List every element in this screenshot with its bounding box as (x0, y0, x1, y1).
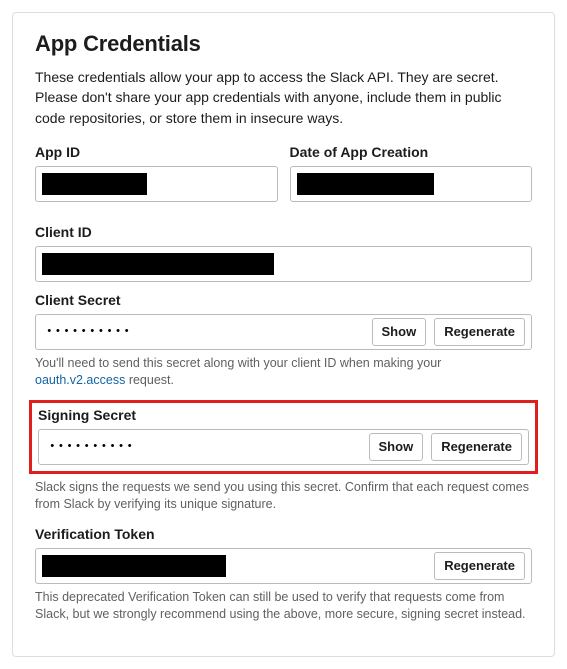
hint-text: request. (125, 373, 174, 387)
client-secret-label: Client Secret (35, 292, 532, 308)
signing-secret-label: Signing Secret (38, 407, 529, 423)
show-button[interactable]: Show (369, 433, 424, 461)
date-created-label: Date of App Creation (290, 144, 533, 160)
client-id-section: Client ID (35, 224, 532, 282)
date-created-field[interactable] (290, 166, 533, 202)
signing-secret-field: •••••••••• Show Regenerate (38, 429, 529, 465)
client-id-field[interactable] (35, 246, 532, 282)
signing-secret-value: •••••••••• (45, 441, 369, 453)
app-id-label: App ID (35, 144, 278, 160)
verification-token-hint: This deprecated Verification Token can s… (35, 589, 532, 624)
verification-token-section: Verification Token Regenerate This depre… (35, 526, 532, 624)
redacted-value (42, 173, 147, 195)
client-secret-field: •••••••••• Show Regenerate (35, 314, 532, 350)
regenerate-button[interactable]: Regenerate (434, 318, 525, 346)
redacted-value (42, 555, 226, 577)
oauth-link[interactable]: oauth.v2.access (35, 373, 125, 387)
signing-secret-hint: Slack signs the requests we send you usi… (35, 479, 532, 514)
app-credentials-card: App Credentials These credentials allow … (12, 12, 555, 657)
client-secret-hint: You'll need to send this secret along wi… (35, 355, 532, 390)
date-created-section: Date of App Creation (290, 144, 533, 202)
show-button[interactable]: Show (372, 318, 427, 346)
app-id-field[interactable] (35, 166, 278, 202)
signing-secret-section: Signing Secret •••••••••• Show Regenerat… (38, 407, 529, 465)
client-secret-section: Client Secret •••••••••• Show Regenerate… (35, 292, 532, 390)
signing-secret-highlight: Signing Secret •••••••••• Show Regenerat… (29, 400, 538, 474)
page-description: These credentials allow your app to acce… (35, 67, 532, 128)
regenerate-button[interactable]: Regenerate (434, 552, 525, 580)
app-id-section: App ID (35, 144, 278, 202)
client-id-label: Client ID (35, 224, 532, 240)
redacted-value (42, 253, 274, 275)
regenerate-button[interactable]: Regenerate (431, 433, 522, 461)
verification-token-label: Verification Token (35, 526, 532, 542)
hint-text: You'll need to send this secret along wi… (35, 356, 441, 370)
verification-token-field: Regenerate (35, 548, 532, 584)
client-secret-value: •••••••••• (42, 326, 372, 338)
page-title: App Credentials (35, 31, 532, 57)
redacted-value (297, 173, 434, 195)
